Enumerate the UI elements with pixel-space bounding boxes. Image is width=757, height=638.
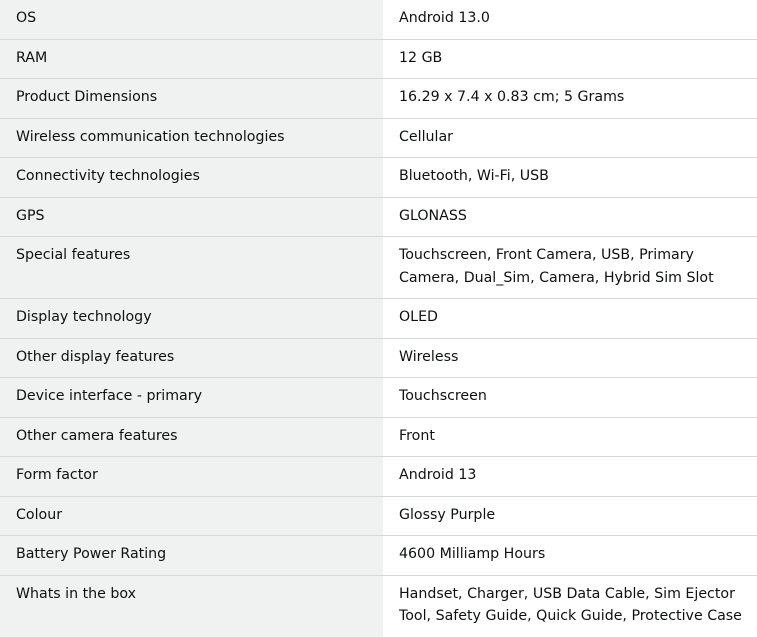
spec-row-device-interface: Device interface - primary Touchscreen xyxy=(0,377,757,417)
spec-value: Touchscreen, Front Camera, USB, Primary … xyxy=(383,236,757,299)
spec-row-os: OS Android 13.0 xyxy=(0,0,757,39)
spec-row-other-camera-features: Other camera features Front xyxy=(0,417,757,457)
spec-value: 16.29 x 7.4 x 0.83 cm; 5 Grams xyxy=(383,78,757,118)
spec-row-other-display-features: Other display features Wireless xyxy=(0,338,757,378)
spec-value: Android 13.0 xyxy=(383,0,757,39)
spec-value: 4600 Milliamp Hours xyxy=(383,535,757,575)
spec-label: Device interface - primary xyxy=(0,377,383,417)
spec-value: GLONASS xyxy=(383,197,757,237)
spec-label: OS xyxy=(0,0,383,39)
spec-row-product-dimensions: Product Dimensions 16.29 x 7.4 x 0.83 cm… xyxy=(0,78,757,118)
spec-value: Bluetooth, Wi-Fi, USB xyxy=(383,157,757,197)
spec-value: 12 GB xyxy=(383,39,757,79)
spec-row-form-factor: Form factor Android 13 xyxy=(0,456,757,496)
spec-value: Wireless xyxy=(383,338,757,378)
spec-value: Glossy Purple xyxy=(383,496,757,536)
spec-label: Other display features xyxy=(0,338,383,378)
spec-row-battery-power-rating: Battery Power Rating 4600 Milliamp Hours xyxy=(0,535,757,575)
spec-value: Cellular xyxy=(383,118,757,158)
spec-label: RAM xyxy=(0,39,383,79)
spec-row-ram: RAM 12 GB xyxy=(0,39,757,79)
spec-label: GPS xyxy=(0,197,383,237)
spec-row-wireless-communication: Wireless communication technologies Cell… xyxy=(0,118,757,158)
spec-label: Display technology xyxy=(0,298,383,338)
spec-label: Colour xyxy=(0,496,383,536)
spec-label: Other camera features xyxy=(0,417,383,457)
spec-value: Touchscreen xyxy=(383,377,757,417)
spec-row-colour: Colour Glossy Purple xyxy=(0,496,757,536)
spec-value: Handset, Charger, USB Data Cable, Sim Ej… xyxy=(383,575,757,637)
spec-label: Battery Power Rating xyxy=(0,535,383,575)
spec-row-special-features: Special features Touchscreen, Front Came… xyxy=(0,236,757,299)
product-specifications-table: OS Android 13.0 RAM 12 GB Product Dimens… xyxy=(0,0,757,638)
spec-row-whats-in-the-box: Whats in the box Handset, Charger, USB D… xyxy=(0,575,757,637)
spec-value: Android 13 xyxy=(383,456,757,496)
spec-row-gps: GPS GLONASS xyxy=(0,197,757,237)
spec-label: Whats in the box xyxy=(0,575,383,637)
spec-label: Connectivity technologies xyxy=(0,157,383,197)
spec-row-display-technology: Display technology OLED xyxy=(0,298,757,338)
spec-label: Product Dimensions xyxy=(0,78,383,118)
spec-value: Front xyxy=(383,417,757,457)
spec-label: Form factor xyxy=(0,456,383,496)
spec-label: Special features xyxy=(0,236,383,299)
spec-value: OLED xyxy=(383,298,757,338)
spec-label: Wireless communication technologies xyxy=(0,118,383,158)
spec-row-connectivity: Connectivity technologies Bluetooth, Wi-… xyxy=(0,157,757,197)
